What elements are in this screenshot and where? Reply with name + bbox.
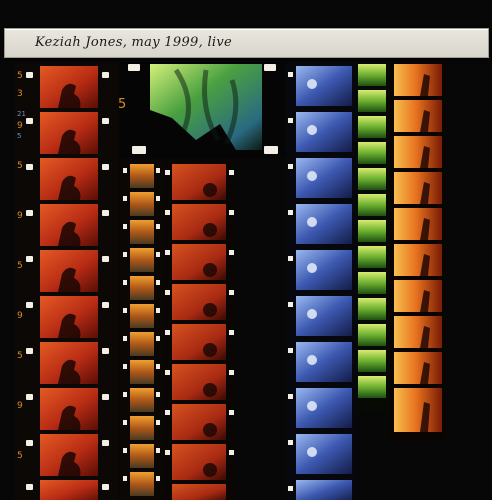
strip-red-1: 539 595 959 5 215 (14, 62, 118, 500)
strip-green (356, 62, 390, 412)
svg-text:5: 5 (118, 97, 126, 112)
svg-text:5: 5 (17, 161, 23, 171)
svg-text:5: 5 (17, 261, 23, 271)
svg-text:9: 9 (17, 121, 23, 131)
svg-text:9: 9 (17, 211, 23, 221)
svg-text:3: 3 (17, 89, 23, 99)
strip-blue (286, 62, 356, 500)
contact-sheet: 539 595 959 5 21 5 5 Keziah Jones, may 1… (0, 0, 492, 500)
strip-orange (390, 62, 446, 440)
strip-red-2 (120, 160, 162, 500)
film-strips-canvas: 539 595 959 5 215 5 (14, 62, 446, 500)
contact-sheet-label: Keziah Jones, may 1999, live (4, 28, 489, 58)
svg-text:5: 5 (17, 351, 23, 361)
strip-top-green: 5 (118, 62, 288, 158)
strip-red-3 (162, 160, 236, 500)
svg-text:5: 5 (17, 71, 23, 81)
label-handwritten-text: Keziah Jones, may 1999, live (35, 35, 233, 50)
svg-text:9: 9 (17, 311, 23, 321)
svg-text:21: 21 (17, 110, 26, 118)
svg-text:5: 5 (17, 451, 23, 461)
svg-text:5: 5 (17, 132, 21, 140)
svg-text:9: 9 (17, 401, 23, 411)
